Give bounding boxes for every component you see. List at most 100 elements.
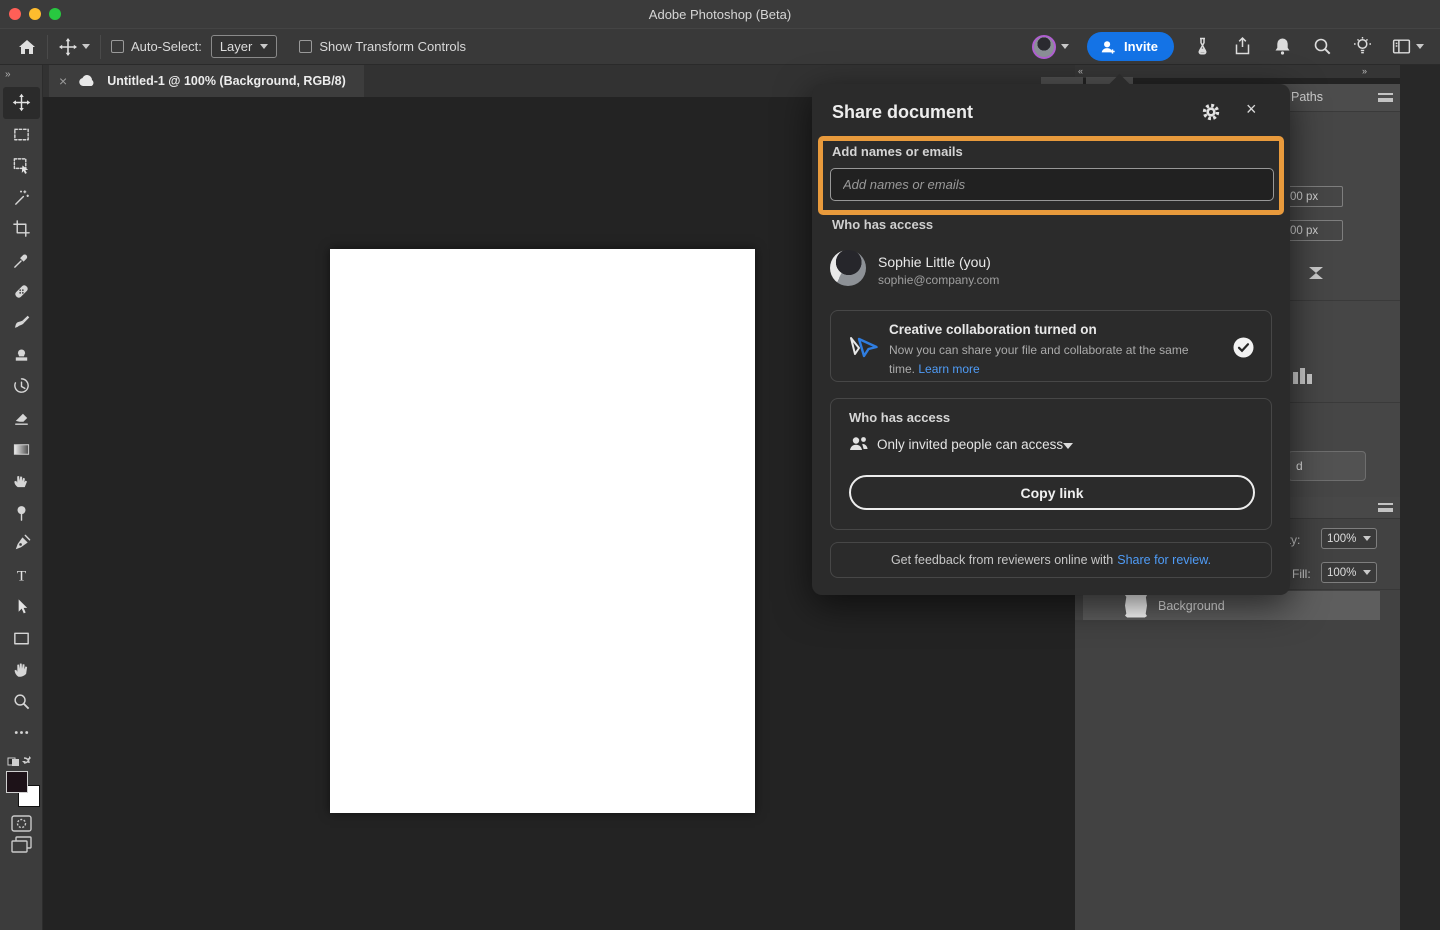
copy-link-label: Copy link (1020, 485, 1083, 501)
tool-clone-stamp[interactable] (0, 339, 43, 371)
chevron-down-icon[interactable] (1063, 443, 1073, 449)
home-icon[interactable] (17, 37, 37, 57)
tool-path-selection[interactable] (0, 591, 43, 623)
rectangular-marquee-icon (12, 125, 31, 144)
spot-healing-brush-icon (12, 282, 31, 301)
more-tools-icon (12, 723, 31, 742)
show-transform-checkbox[interactable] (299, 40, 312, 53)
tools-panel: » T (0, 65, 43, 930)
tool-rectangle[interactable] (0, 623, 43, 655)
tool-brush[interactable] (0, 308, 43, 340)
share-for-review-box: Get feedback from reviewers online with … (830, 542, 1272, 578)
collaboration-cursor-icon (845, 330, 879, 369)
move-tool-preset-icon[interactable] (58, 37, 78, 57)
tool-rectangular-marquee[interactable] (0, 119, 43, 151)
people-icon (849, 435, 869, 458)
workspace-switcher[interactable] (1391, 36, 1424, 57)
document-tab[interactable]: × Untitled-1 @ 100% (Background, RGB/8) (49, 65, 364, 97)
chevron-down-icon (1363, 536, 1371, 541)
brush-icon (12, 314, 31, 333)
learn-more-link[interactable]: Learn more (918, 362, 979, 376)
foreground-color-swatch[interactable] (6, 771, 28, 793)
close-tab-icon[interactable]: × (59, 73, 67, 89)
add-names-input[interactable] (830, 168, 1274, 201)
tool-history-brush[interactable] (0, 371, 43, 403)
workspace-icon (1391, 36, 1412, 57)
tool-dodge[interactable] (0, 497, 43, 529)
invite-label: Invite (1124, 39, 1158, 54)
hourglass-icon[interactable] (1305, 262, 1327, 289)
magic-wand-icon (12, 188, 31, 207)
document-tab-title: Untitled-1 @ 100% (Background, RGB/8) (107, 74, 346, 88)
collapse-panels-icon[interactable]: « (1078, 66, 1083, 76)
tool-magic-wand[interactable] (0, 182, 43, 214)
account-menu[interactable] (1032, 35, 1069, 59)
show-transform-label: Show Transform Controls (319, 39, 466, 54)
gradient-icon (12, 440, 31, 459)
tool-hand[interactable] (0, 654, 43, 686)
history-brush-icon (12, 377, 31, 396)
quick-mask-icon[interactable] (11, 815, 32, 837)
tool-move[interactable] (3, 87, 40, 119)
tool-zoom[interactable] (0, 686, 43, 718)
cloud-document-icon (77, 74, 97, 88)
panel-menu-icon[interactable] (1378, 93, 1393, 102)
tool-smudge[interactable] (0, 465, 43, 497)
type-icon: T (12, 566, 31, 585)
layer-thumbnail[interactable] (1125, 594, 1147, 618)
opacity-select[interactable]: 100% (1321, 528, 1377, 549)
notifications-bell-icon[interactable] (1272, 36, 1293, 57)
screen-mode-icon[interactable] (11, 836, 32, 858)
fill-value: 100% (1327, 567, 1356, 579)
share-for-review-link[interactable]: Share for review. (1117, 553, 1211, 567)
export-share-icon[interactable] (1232, 36, 1253, 57)
invite-button[interactable]: Invite (1087, 32, 1174, 61)
fill-select[interactable]: 100% (1321, 562, 1377, 583)
tab-paths[interactable]: Paths (1291, 90, 1323, 104)
chevron-down-icon (1061, 44, 1069, 49)
tool-object-selection[interactable] (0, 150, 43, 182)
move-icon (12, 93, 31, 112)
tool-type[interactable]: T (0, 560, 43, 592)
search-icon[interactable] (1312, 36, 1333, 57)
layer-row-background[interactable]: Background (1083, 591, 1380, 620)
beta-flask-icon[interactable] (1192, 36, 1213, 57)
chevron-down-icon (1416, 44, 1424, 49)
layer-name: Background (1158, 599, 1225, 613)
expand-panels-icon[interactable]: » (1362, 66, 1367, 76)
tool-more-tools[interactable] (0, 717, 43, 749)
tool-eyedropper[interactable] (0, 245, 43, 277)
tool-eraser[interactable] (0, 402, 43, 434)
svg-text:T: T (17, 567, 27, 584)
height-field[interactable]: 00 px (1283, 220, 1343, 241)
macos-titlebar: Adobe Photoshop (Beta) (0, 0, 1440, 28)
crop-icon (12, 219, 31, 238)
width-field[interactable]: 00 px (1283, 186, 1343, 207)
close-dialog-icon[interactable]: × (1246, 99, 1257, 120)
tool-gradient[interactable] (0, 434, 43, 466)
copy-link-button[interactable]: Copy link (849, 475, 1255, 510)
panel-menu-icon[interactable] (1378, 503, 1393, 512)
path-selection-icon (12, 597, 31, 616)
histogram-icon[interactable] (1293, 368, 1312, 384)
auto-select-checkbox[interactable] (111, 40, 124, 53)
access-option-value[interactable]: Only invited people can access (877, 437, 1063, 452)
options-bar: Auto-Select: Layer Show Transform Contro… (0, 28, 1440, 65)
tool-pen[interactable] (0, 528, 43, 560)
quick-action-button-partial[interactable]: d (1288, 451, 1366, 481)
chevron-down-icon (1363, 570, 1371, 575)
dodge-icon (12, 503, 31, 522)
tool-spot-healing-brush[interactable] (0, 276, 43, 308)
settings-gear-icon[interactable] (1201, 102, 1221, 127)
hand-icon (12, 660, 31, 679)
document-white-page[interactable] (330, 249, 755, 813)
auto-select-target-dropdown[interactable]: Layer (211, 35, 278, 58)
collapse-panel-icon[interactable]: » (5, 69, 12, 80)
collaboration-title: Creative collaboration turned on (889, 322, 1097, 337)
zoom-icon (12, 692, 31, 711)
user-avatar (1032, 35, 1056, 59)
discover-lightbulb-icon[interactable] (1352, 36, 1373, 57)
tool-crop[interactable] (0, 213, 43, 245)
owner-email: sophie@company.com (878, 273, 999, 287)
chevron-down-icon[interactable] (82, 44, 90, 49)
